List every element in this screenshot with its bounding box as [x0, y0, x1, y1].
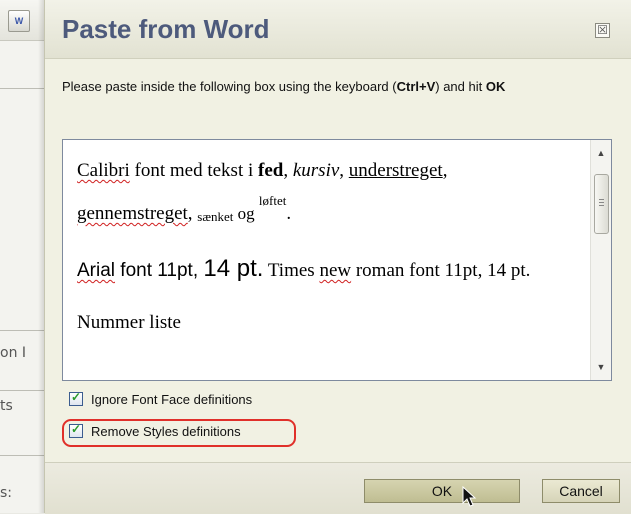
underlined-text: understreget — [348, 160, 443, 181]
grip-line — [599, 199, 604, 200]
paragraph-list: Nummer liste — [77, 312, 181, 333]
arial-text: font 11pt, — [115, 260, 204, 281]
text-run: , — [283, 160, 293, 181]
dialog-title: Paste from Word — [62, 14, 270, 44]
instructions-part: Please paste inside the following box us… — [62, 79, 397, 94]
vertical-scrollbar[interactable]: ▲ ▼ — [590, 140, 611, 380]
ignore-font-face-checkbox[interactable]: ✓ — [69, 390, 83, 406]
shortcut-text: Ctrl+V — [396, 79, 436, 94]
scroll-up-icon[interactable]: ▲ — [591, 144, 611, 162]
arial-text: Arial — [77, 260, 116, 281]
instructions-part: ) and hit — [435, 79, 486, 94]
paste-from-word-dialog: Paste from Word ☒ Please paste inside th… — [44, 0, 631, 514]
strikethrough-text: gennemstreget — [77, 203, 188, 224]
text-run: , — [339, 160, 349, 181]
dialog-titlebar[interactable]: Paste from Word ☒ — [45, 0, 631, 59]
paragraph-fonts: Arial font 11pt, 14 pt. Times new roman … — [77, 254, 577, 286]
italic-text: kursiv — [292, 160, 340, 181]
mouse-cursor-icon — [462, 486, 477, 507]
text-run: . — [286, 203, 292, 224]
text-run: , — [187, 203, 198, 224]
ok-button[interactable]: OK — [364, 479, 520, 503]
paste-area[interactable]: Calibri font med tekst i fed, kursiv, un… — [62, 139, 612, 381]
paragraph-formatting: Calibri font med tekst i fed, kursiv, un… — [77, 156, 577, 232]
option-label: Ignore Font Face definitions — [91, 392, 253, 407]
scrollbar-thumb[interactable] — [594, 174, 609, 234]
background-editor: W on I ts s: — [0, 0, 44, 513]
dialog-footer: OK Cancel — [45, 462, 631, 514]
text-run: , — [442, 160, 448, 181]
times-text: new — [319, 260, 352, 281]
text-run: og — [233, 204, 259, 223]
subscript-text: sænket — [197, 209, 234, 224]
checkmark-icon: ✓ — [70, 390, 82, 404]
bold-text: fed — [258, 160, 284, 181]
pasted-content: Calibri font med tekst i fed, kursiv, un… — [77, 156, 577, 338]
times-text: Times — [263, 260, 320, 281]
grip-line — [599, 202, 604, 203]
paste-from-word-icon[interactable]: W — [8, 10, 30, 32]
text-run: Calibri — [77, 160, 130, 181]
times-text: roman font 11pt, 14 pt. — [351, 260, 531, 281]
cancel-button[interactable]: Cancel — [542, 479, 620, 503]
close-icon[interactable]: ☒ — [595, 23, 610, 38]
ignore-font-face-option[interactable]: ✓ Ignore Font Face definitions — [69, 390, 253, 410]
large-arial-text: 14 pt. — [203, 255, 264, 282]
scroll-down-icon[interactable]: ▼ — [591, 358, 611, 376]
grip-line — [599, 205, 604, 206]
highlight-annotation — [62, 419, 296, 447]
instructions-text: Please paste inside the following box us… — [62, 79, 622, 95]
superscript-text: løftet — [258, 193, 287, 208]
text-run: font med tekst i — [129, 160, 259, 181]
ok-word: OK — [485, 79, 506, 94]
